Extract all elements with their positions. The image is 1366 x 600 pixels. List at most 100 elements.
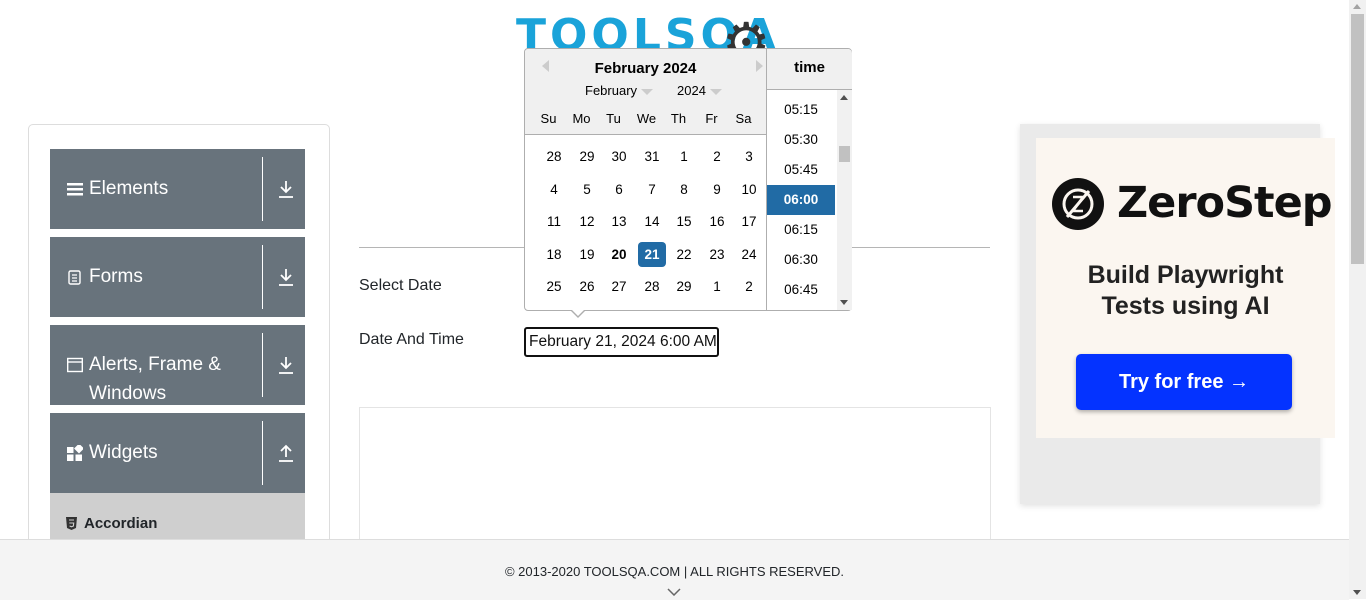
calendar-day[interactable]: 29 — [573, 144, 601, 169]
calendar-day[interactable]: 29 — [670, 274, 698, 299]
calendar-day[interactable]: 9 — [703, 177, 731, 202]
calendar-day[interactable]: 1 — [670, 144, 698, 169]
scroll-down-icon[interactable] — [840, 300, 848, 305]
calendar-day[interactable]: 31 — [638, 144, 666, 169]
widgets-icon — [67, 445, 83, 461]
ad-tagline-line: Build Playwright — [1087, 261, 1284, 289]
calendar-day[interactable]: 28 — [638, 274, 666, 299]
day-name: Th — [670, 111, 687, 126]
calendar-day[interactable]: 26 — [573, 274, 601, 299]
calendar-day[interactable]: 2 — [735, 274, 763, 299]
calendar-day[interactable]: 1 — [703, 274, 731, 299]
time-option[interactable]: 05:15 — [767, 95, 835, 125]
sidebar-group-widgets[interactable]: Widgets — [50, 413, 305, 493]
current-month: February 2024 — [594, 60, 697, 77]
select-date-label: Select Date — [359, 277, 442, 294]
day-name: We — [636, 111, 657, 126]
calendar-day[interactable]: 7 — [638, 177, 666, 202]
ad-tagline: Build Playwright Tests using AI — [1036, 260, 1335, 322]
calendar-day[interactable]: 3 — [735, 144, 763, 169]
calendar-day[interactable]: 17 — [735, 209, 763, 234]
time-option[interactable]: 06:45 — [767, 275, 835, 305]
month-dropdown[interactable]: February — [585, 83, 654, 98]
calendar-day[interactable]: 16 — [703, 209, 731, 234]
calendar-day[interactable]: 12 — [573, 209, 601, 234]
date-time-label: Date And Time — [359, 331, 464, 348]
time-scrollbar[interactable] — [837, 90, 852, 310]
calendar-day[interactable]: 27 — [605, 274, 633, 299]
calendar-day[interactable]: 21 — [638, 241, 666, 267]
date-time-value: February 21, 2024 6:00 AM — [529, 333, 717, 350]
sidebar-group-label: Forms — [89, 266, 143, 287]
gear-icon: ⚙ — [722, 14, 771, 50]
calendar-day[interactable]: 11 — [540, 209, 568, 234]
calendar-day[interactable]: 24 — [735, 242, 763, 267]
sidebar-group-label: Elements — [89, 178, 169, 199]
calendar-day[interactable]: 14 — [638, 209, 666, 234]
sidebar-item-label: Accordian — [84, 515, 158, 532]
day-name: Fr — [705, 111, 718, 126]
page-scrollbar[interactable] — [1349, 0, 1366, 599]
ad-tagline-line: Tests using AI — [1101, 292, 1270, 320]
toolsqa-logo[interactable]: TOOLSQA ⚙ — [516, 14, 836, 50]
calendar-day[interactable]: 30 — [605, 144, 633, 169]
download-arrow-icon — [279, 357, 293, 374]
calendar-day[interactable]: 18 — [540, 242, 568, 267]
calendar-day[interactable]: 6 — [605, 177, 633, 202]
year-dropdown-value: 2024 — [677, 83, 706, 98]
time-option[interactable]: 06:15 — [767, 215, 835, 245]
calendar-day[interactable]: 25 — [540, 274, 568, 299]
calendar-day[interactable]: 8 — [670, 177, 698, 202]
sidebar-group-label: Widgets — [89, 442, 158, 463]
calendar-day[interactable]: 19 — [573, 242, 601, 267]
time-option[interactable]: 06:30 — [767, 245, 835, 275]
sidebar-group-forms[interactable]: Forms — [50, 237, 305, 317]
sidebar-item-accordian[interactable]: Accordian — [50, 493, 305, 543]
download-arrow-icon — [279, 269, 293, 286]
footer: © 2013-2020 TOOLSQA.COM | ALL RIGHTS RES… — [0, 539, 1349, 600]
caret-down-icon — [641, 88, 654, 95]
day-name: Tu — [606, 111, 621, 126]
calendar-day[interactable]: 23 — [703, 242, 731, 267]
datepicker-popup: February 2024 February 2024 Su Mo Tu We Th Fr… — [524, 48, 852, 318]
calendar-day[interactable]: 15 — [670, 209, 698, 234]
chevron-down-icon[interactable] — [667, 588, 681, 596]
calendar-day[interactable]: 22 — [670, 242, 698, 267]
day-name: Su — [540, 111, 557, 126]
scroll-thumb[interactable] — [1351, 14, 1364, 264]
time-option[interactable]: 05:30 — [767, 125, 835, 155]
zerostep-logo-icon — [1052, 178, 1104, 230]
sidebar-group-label: Alerts, Frame & Windows — [89, 354, 221, 404]
scroll-thumb[interactable] — [839, 146, 850, 162]
scroll-down-icon[interactable] — [1353, 590, 1361, 595]
zerostep-ad[interactable]: ZeroStep Build Playwright Tests using AI… — [1036, 138, 1335, 438]
calendar-day[interactable]: 10 — [735, 177, 763, 202]
copyright-text: © 2013-2020 TOOLSQA.COM | ALL RIGHTS RES… — [504, 564, 845, 579]
time-option[interactable]: 05:45 — [767, 155, 835, 185]
time-header: time — [767, 49, 852, 90]
caret-down-icon — [709, 88, 722, 95]
scroll-up-icon[interactable] — [1353, 4, 1361, 9]
day-name: Sa — [735, 111, 752, 126]
window-icon — [67, 357, 83, 373]
calendar-header: February 2024 February 2024 Su Mo Tu We Th Fr… — [525, 49, 766, 135]
month-dropdown-value: February — [585, 83, 638, 98]
calendar-day[interactable]: 20 — [605, 242, 633, 267]
divider — [262, 157, 263, 221]
document-icon — [68, 270, 81, 285]
scroll-up-icon[interactable] — [840, 95, 848, 100]
divider — [262, 421, 263, 485]
calendar-day[interactable]: 2 — [703, 144, 731, 169]
calendar-day[interactable]: 13 — [605, 209, 633, 234]
time-option[interactable]: 06:00 — [767, 185, 835, 215]
sidebar-group-elements[interactable]: Elements — [50, 149, 305, 229]
try-for-free-button[interactable]: Try for free → — [1076, 354, 1292, 410]
date-time-input[interactable]: February 21, 2024 6:00 AM — [524, 327, 719, 357]
year-dropdown[interactable]: 2024 — [677, 83, 722, 98]
calendar-day[interactable]: 28 — [540, 144, 568, 169]
sidebar-group-alerts[interactable]: Alerts, Frame & Windows — [50, 325, 305, 405]
calendar-day[interactable]: 5 — [573, 177, 601, 202]
calendar-day[interactable]: 4 — [540, 177, 568, 202]
popup-pointer — [570, 309, 586, 318]
content-box — [359, 407, 991, 559]
